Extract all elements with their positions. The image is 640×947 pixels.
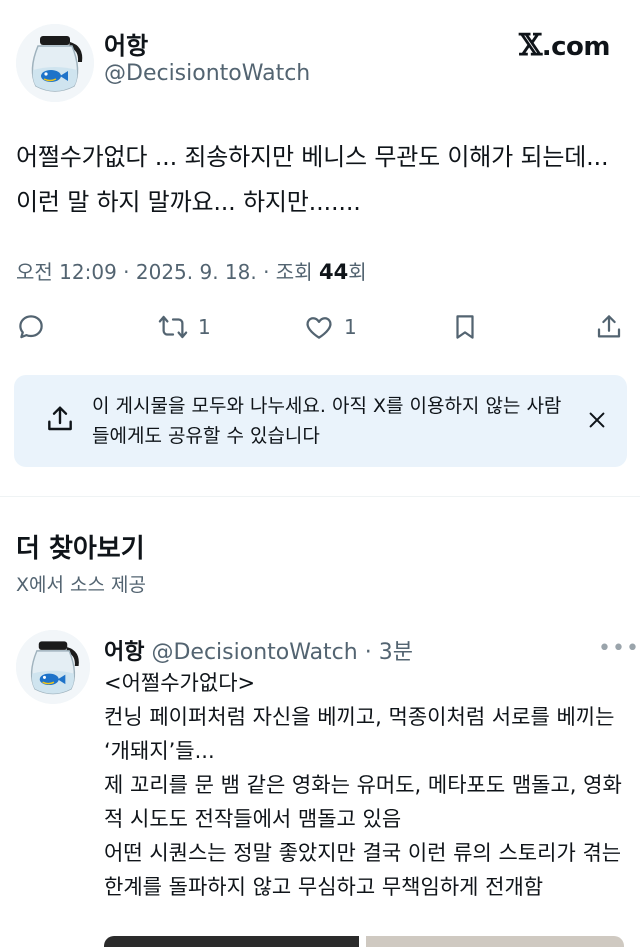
more-dots-icon: ••• [598,636,640,661]
author-name[interactable]: 어항 [104,26,148,61]
repost-icon [158,315,188,339]
media-image-1[interactable] [104,936,359,947]
brand-suffix: .com [541,32,611,62]
view-suffix: 회 [348,260,367,284]
share-icon [597,315,621,338]
media-image-2[interactable] [366,936,624,947]
related-post-time[interactable]: 3분 [379,640,413,665]
share-banner[interactable]: 이 게시물을 모두와 나누세요. 아직 X를 이용하지 않는 사람들에게도 공유… [14,375,627,467]
reply-button[interactable] [16,305,46,349]
close-icon [589,412,605,428]
like-button[interactable]: 1 [304,305,357,349]
related-author-avatar[interactable] [16,630,90,704]
share-icon [48,406,72,431]
related-author-name[interactable]: 어항 [104,640,144,665]
x-brand-logo: 𝕏.com [518,28,611,63]
coffee-pot-fish-avatar-icon [16,24,94,102]
share-button[interactable] [594,305,624,349]
banner-close-button[interactable] [580,403,614,437]
bookmark-button[interactable] [450,305,480,349]
post-page: 어항 @DecisiontoWatch 𝕏.com 어쩔수가없다 ... 죄송하… [0,0,640,947]
related-post-media[interactable] [104,936,624,947]
discover-more-title: 더 찾아보기 [16,534,145,564]
view-count: 44 [318,260,349,284]
bookmark-icon [456,315,474,339]
share-banner-text: 이 게시물을 모두와 나누세요. 아직 X를 이용하지 않는 사람들에게도 공유… [92,395,562,447]
source-attribution: X에서 소스 제공 [16,574,146,596]
post-meta: 오전 12:09 · 2025. 9. 18. · 조회 44회 [16,256,367,285]
related-post-text: <어쩔수가없다> 컨닝 페이퍼처럼 자신을 베끼고, 먹종이처럼 서로를 베끼는… [104,671,622,899]
repost-button[interactable]: 1 [158,305,211,349]
post-text: 어쩔수가없다 ... 죄송하지만 베니스 무관도 이해가 되는데... 이런 말… [16,143,609,216]
related-post-header[interactable]: 어항 @DecisiontoWatch · 3분 [104,634,413,666]
more-options-button[interactable]: ••• [598,636,640,661]
author-handle[interactable]: @DecisiontoWatch [104,61,310,86]
repost-count: 1 [198,315,211,339]
related-author-handle[interactable]: @DecisiontoWatch [151,640,357,665]
x-logo-icon: 𝕏 [518,28,542,63]
post-timestamp: 오전 12:09 · 2025. 9. 18. · 조회 [16,260,319,284]
time-separator: · [357,640,379,665]
action-bar: 1 1 [0,305,640,349]
coffee-pot-fish-avatar-icon [16,630,90,704]
section-divider [0,496,640,497]
like-count: 1 [344,315,357,339]
heart-icon [306,317,332,339]
reply-icon [19,315,43,339]
author-avatar[interactable] [16,24,94,102]
